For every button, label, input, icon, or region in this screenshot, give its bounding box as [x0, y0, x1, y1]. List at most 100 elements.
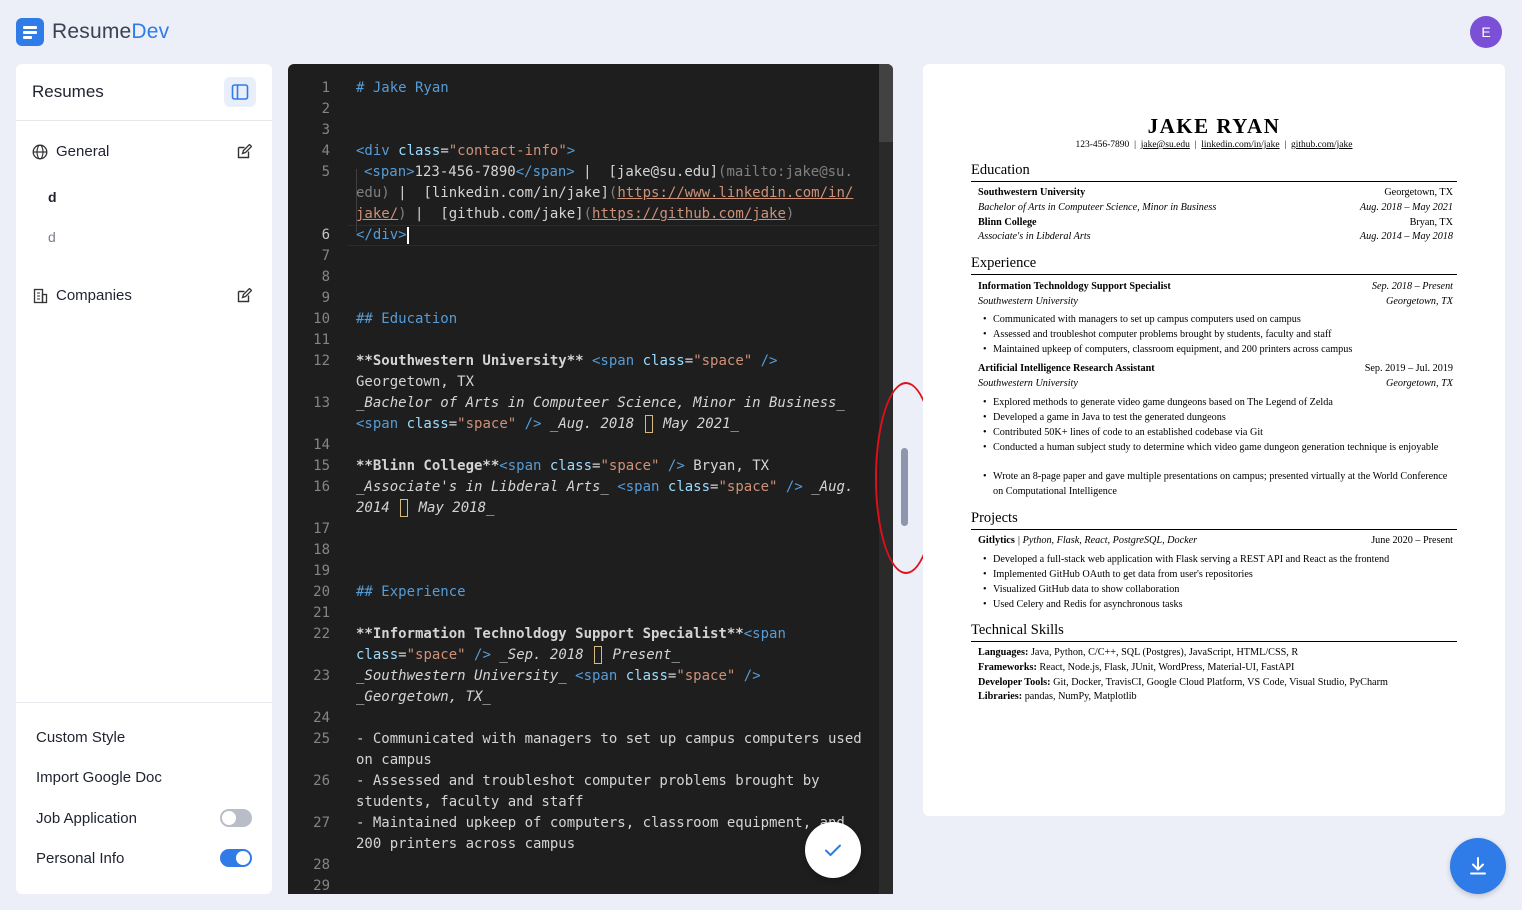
- custom-style-button[interactable]: Custom Style: [36, 729, 252, 746]
- line-number: 3: [321, 122, 330, 138]
- code-line: on campus: [356, 752, 432, 768]
- code-line: ## Education: [356, 311, 458, 327]
- code-line: **Information Technoldogy Support Specia…: [356, 626, 786, 642]
- line-number: 8: [321, 269, 330, 285]
- edit-icon[interactable]: [236, 287, 252, 304]
- line-number: 18: [313, 542, 330, 558]
- user-avatar[interactable]: E: [1470, 16, 1502, 48]
- app-logo[interactable]: ResumeDev: [16, 18, 169, 46]
- sidebar-footer: Custom Style Import Google Doc Job Appli…: [16, 702, 272, 894]
- bullet-item: Implemented GitHub OAuth to get data fro…: [983, 568, 1453, 583]
- line-number: 14: [313, 437, 330, 453]
- check-icon: [825, 844, 841, 856]
- resume-contact: 123-456-7890 | jake@su.edu | linkedin.co…: [1075, 140, 1353, 150]
- section-heading: Education: [971, 162, 1457, 182]
- markdown-editor[interactable]: 1 2 3 4 5 6 7 8 9 10 11 12 13 14 15 16 1…: [288, 64, 893, 894]
- code-line: _Associate's in Libderal Arts_ <span cla…: [356, 479, 854, 495]
- line-number: 7: [321, 248, 330, 264]
- job-application-row: Job Application: [36, 809, 252, 827]
- sidebar-header: Resumes: [16, 64, 272, 121]
- skill-row: Frameworks: React, Node.js, Flask, JUnit…: [978, 662, 1295, 673]
- section-heading: Experience: [971, 255, 1457, 275]
- skill-row: Libraries: pandas, NumPy, Matplotlib: [978, 691, 1137, 702]
- bullet-item: Wrote an 8-page paper and gave multiple …: [983, 470, 1453, 499]
- resume-item[interactable]: d: [48, 229, 56, 245]
- edu-row: Bachelor of Arts in Computeer Science, M…: [978, 202, 1453, 213]
- sidebar-title: Resumes: [32, 82, 104, 101]
- document-icon: [16, 18, 44, 46]
- edu-row: Associate's in Libderal Arts Aug. 2014 – …: [978, 231, 1453, 242]
- scrollbar-thumb[interactable]: [879, 64, 893, 142]
- github-link[interactable]: github.com/jake: [1291, 140, 1352, 150]
- code-line: 200 printers across campus: [356, 836, 576, 852]
- code-line: _Southwestern University_ <span class="s…: [356, 668, 761, 684]
- line-number: 17: [313, 521, 330, 537]
- line-number: 9: [321, 290, 330, 306]
- code-line: <div class="contact-info">: [356, 143, 576, 159]
- en-dash-char: [644, 415, 653, 433]
- bullet-item: Developed a game in Java to test the gen…: [983, 411, 1453, 426]
- save-button[interactable]: [805, 822, 861, 878]
- resume-item[interactable]: d: [48, 189, 57, 205]
- app-name: ResumeDev: [52, 20, 170, 43]
- personal-info-row: Personal Info: [36, 849, 252, 867]
- job-row: Information Technoldogy Support Speciali…: [978, 281, 1453, 292]
- job-application-label: Job Application: [36, 809, 137, 827]
- globe-icon: [32, 144, 48, 159]
- edit-icon[interactable]: [236, 143, 252, 160]
- resume-name: JAKE RYAN: [1147, 114, 1281, 138]
- bullet-item: Contributed 50K+ lines of code to an est…: [983, 426, 1453, 441]
- code-line: <span class="space" /> _Aug. 2018 May 20…: [356, 415, 739, 433]
- section-heading: Projects: [971, 510, 1457, 530]
- download-button[interactable]: [1450, 838, 1506, 894]
- job-application-toggle[interactable]: [220, 809, 252, 827]
- personal-info-label: Personal Info: [36, 849, 125, 867]
- line-number: 29: [313, 878, 330, 894]
- bullet-item: Maintained upkeep of computers, classroo…: [983, 343, 1453, 358]
- code-line: students, faculty and staff: [356, 794, 584, 810]
- resume-preview: JAKE RYAN 123-456-7890 | jake@su.edu | l…: [923, 64, 1505, 816]
- text-cursor: [406, 226, 409, 244]
- line-number: 11: [313, 332, 330, 348]
- sidebar-panel-icon: [231, 84, 249, 100]
- project-row: Gitlytics | Python, Flask, React, Postgr…: [978, 535, 1453, 546]
- code-line: - Assessed and troubleshot computer prob…: [356, 773, 820, 789]
- skill-row: Developer Tools: Git, Docker, TravisCI, …: [978, 677, 1388, 688]
- code-line: **Southwestern University** <span class=…: [356, 353, 778, 369]
- code-line: Georgetown, TX: [356, 374, 475, 390]
- line-number: 2: [321, 101, 330, 117]
- job-row: Southwestern University Georgetown, TX: [978, 378, 1453, 389]
- code-line: edu) | [linkedin.com/in/jake](https://ww…: [356, 185, 854, 201]
- building-icon: [33, 288, 48, 303]
- custom-style-label: Custom Style: [36, 729, 126, 746]
- bullet-item: Used Celery and Redis for asynchronous t…: [983, 598, 1453, 613]
- bullet-item: Explored methods to generate video game …: [983, 396, 1453, 411]
- sidebar-item-companies[interactable]: Companies: [32, 287, 252, 304]
- bullet-item: Conducted a human subject study to deter…: [983, 441, 1453, 456]
- import-google-doc-button[interactable]: Import Google Doc: [36, 769, 252, 786]
- job-row: Artificial Intelligence Research Assista…: [978, 363, 1453, 374]
- sidebar-item-label: Companies: [56, 287, 132, 304]
- bullet-item: Communicated with managers to set up cam…: [983, 313, 1453, 328]
- skill-row: Languages: Java, Python, C/C++, SQL (Pos…: [978, 647, 1299, 658]
- sidebar-item-general[interactable]: General: [32, 143, 252, 160]
- bullet-item: Assessed and troubleshot computer proble…: [983, 328, 1453, 343]
- code-line: <span>123-456-7890</span> | [jake@su.edu…: [364, 164, 853, 180]
- en-dash-char: [400, 499, 409, 517]
- sidebar: Resumes General d d Companies Custom Sty…: [16, 64, 272, 894]
- linkedin-link[interactable]: linkedin.com/in/jake: [1201, 140, 1279, 150]
- code-line: - Maintained upkeep of computers, classr…: [356, 815, 845, 831]
- email-link[interactable]: jake@su.edu: [1141, 140, 1190, 150]
- code-line: - Communicated with managers to set up c…: [356, 731, 862, 747]
- line-number: 24: [313, 710, 330, 726]
- code-line: jake/) | [github.com/jake](https://githu…: [356, 206, 795, 222]
- en-dash-char: [594, 646, 603, 664]
- edu-row: Southwestern University Georgetown, TX: [978, 187, 1453, 198]
- bullet-item: Developed a full-stack web application w…: [983, 553, 1453, 568]
- code-line: ## Experience: [356, 584, 466, 600]
- personal-info-toggle[interactable]: [220, 849, 252, 867]
- import-google-doc-label: Import Google Doc: [36, 769, 162, 786]
- code-line: # Jake Ryan: [356, 80, 449, 96]
- toggle-sidebar-button[interactable]: [224, 77, 256, 107]
- line-number: 21: [313, 605, 330, 621]
